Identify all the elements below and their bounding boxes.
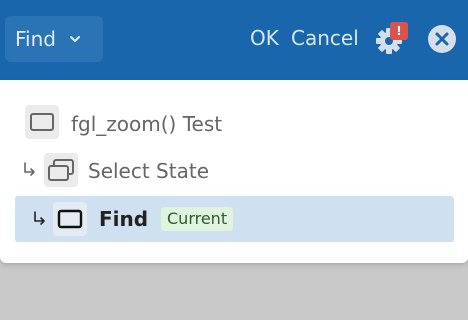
child-arrow-icon	[24, 162, 35, 176]
window-list-panel: fgl_zoom() Test Select State Find Curren…	[0, 80, 468, 263]
cancel-button[interactable]: Cancel	[291, 26, 359, 50]
window-list-item-label: fgl_zoom() Test	[71, 112, 223, 136]
window-list-item-label: Select State	[88, 159, 209, 183]
find-dropdown-label: Find	[15, 27, 56, 51]
ok-button[interactable]: OK	[250, 26, 279, 50]
settings-alert-badge: !	[390, 22, 408, 40]
stacked-windows-icon	[44, 153, 78, 187]
window-list-item-current[interactable]: Find Current	[15, 196, 454, 242]
window-icon	[53, 202, 87, 236]
child-arrow-icon	[34, 211, 45, 225]
close-icon[interactable]	[427, 24, 457, 54]
find-dropdown-button[interactable]: Find	[5, 16, 103, 62]
chevron-down-icon	[69, 36, 80, 42]
window-list-item-label: Find	[99, 207, 149, 231]
top-bar: Find OK Cancel !	[0, 0, 468, 80]
current-badge: Current	[161, 207, 234, 231]
window-icon	[25, 105, 59, 139]
